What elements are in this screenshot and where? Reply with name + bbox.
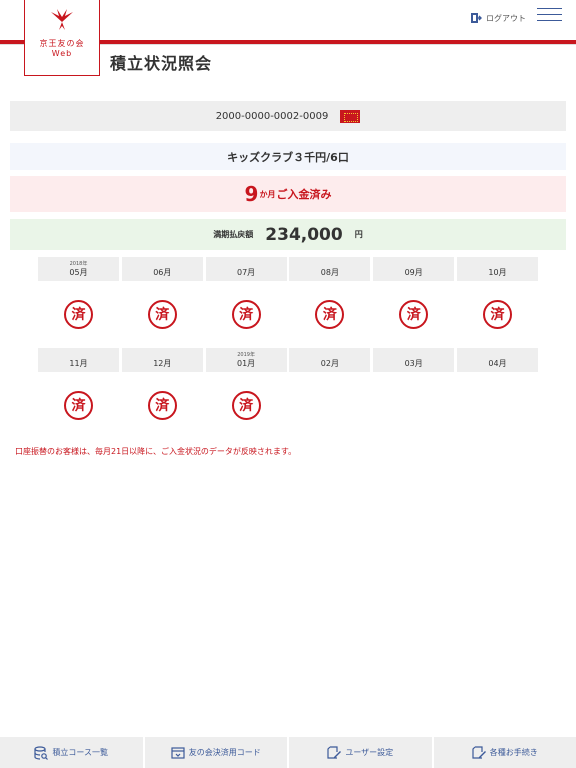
- paid-count: 9: [244, 182, 259, 206]
- bottom-nav: 積立コース一覧 友の会決済用コード ユーザー設定 各種お手続き: [0, 737, 576, 768]
- month-label: 03月: [404, 359, 423, 368]
- month-label: 09月: [404, 268, 423, 277]
- logo-subtext: Web: [51, 49, 73, 58]
- stamp-cell: 済: [206, 299, 287, 329]
- stamp-cell: 済: [122, 390, 203, 420]
- page: 京王友の会 Web ログアウト 積立状況照会 2000-0000-0002-00…: [0, 0, 576, 768]
- paid-stamp: 済: [231, 390, 261, 420]
- month-cell: 02月: [289, 348, 371, 372]
- paid-stamp: 済: [315, 299, 345, 329]
- month-label: 05月: [69, 268, 88, 277]
- month-label: 08月: [320, 268, 339, 277]
- maturity-band: 満期払戻額 234,000 円: [10, 219, 566, 250]
- logout-link[interactable]: ログアウト: [470, 10, 526, 26]
- paid-text: ご入金済み: [276, 188, 332, 201]
- menu-bar-icon: [537, 8, 562, 9]
- stamp-cell: 済: [38, 299, 119, 329]
- month-cell: 08月: [289, 257, 371, 281]
- month-grid-row-1: 2018年 05月 06月 07月 08月 09月 10月 済 済 済 済 済 済: [38, 257, 538, 347]
- edit-document-icon: [472, 745, 486, 759]
- edit-document-icon: [327, 745, 342, 759]
- month-cell: 03月: [373, 348, 455, 372]
- card-icon: [340, 109, 361, 123]
- header: 京王友の会 Web ログアウト 積立状況照会: [0, 0, 576, 80]
- nav-label: 友の会決済用コード: [188, 748, 261, 757]
- hamburger-menu-button[interactable]: [537, 8, 562, 22]
- paid-months-band: 9 か月 ご入金済み: [10, 176, 566, 212]
- bird-logo-icon: [51, 9, 73, 30]
- month-cell: 2018年 05月: [38, 257, 119, 281]
- paid-stamp: 済: [64, 299, 93, 329]
- logout-label: ログアウト: [486, 13, 526, 23]
- month-label: 07月: [237, 268, 256, 277]
- stamp-cell: 済: [122, 299, 203, 329]
- year-label: 2019年: [237, 352, 255, 358]
- paid-unit: か月: [259, 189, 276, 199]
- menu-bar-icon: [537, 20, 562, 21]
- month-cell: 2019年 01月: [205, 348, 287, 372]
- maturity-unit: 円: [354, 230, 363, 239]
- nav-user-settings[interactable]: ユーザー設定: [289, 737, 434, 768]
- menu-bar-icon: [537, 14, 562, 15]
- month-grid-row-2: 11月 12月 2019年 01月 02月 03月 04月 済 済 済: [38, 348, 538, 438]
- stamp-cell: 済: [289, 299, 370, 329]
- month-cell: 10月: [456, 257, 538, 281]
- month-header-row: 11月 12月 2019年 01月 02月 03月 04月: [38, 348, 538, 372]
- month-cell: 11月: [38, 348, 119, 372]
- year-label: 2018年: [69, 261, 88, 267]
- nav-payment-code[interactable]: 友の会決済用コード: [145, 737, 289, 768]
- database-search-icon: [34, 745, 49, 760]
- month-label: 06月: [153, 268, 172, 277]
- stamp-row: 済 済 済 済 済 済: [38, 281, 538, 347]
- month-label: 02月: [320, 359, 339, 368]
- nav-label: 積立コース一覧: [52, 748, 109, 757]
- month-header-row: 2018年 05月 06月 07月 08月 09月 10月: [38, 257, 538, 281]
- course-band: キッズクラブ３千円/6口: [10, 143, 566, 170]
- month-label: 01月: [237, 359, 256, 368]
- logo-text: 京王友の会: [39, 39, 85, 48]
- paid-stamp: 済: [399, 299, 429, 329]
- maturity-amount: 234,000: [265, 224, 343, 245]
- nav-label: ユーザー設定: [345, 748, 394, 757]
- stamp-cell: 済: [38, 390, 119, 420]
- account-number-band: 2000-0000-0002-0009: [10, 101, 566, 131]
- nav-course-list[interactable]: 積立コース一覧: [0, 737, 145, 768]
- logout-icon: [471, 13, 482, 23]
- notice-text: 口座振替のお客様は、毎月21日以降に、ご入金状況のデータが反映されます。: [15, 447, 297, 456]
- month-label: 04月: [488, 359, 507, 368]
- month-label: 11月: [69, 359, 88, 368]
- stamp-row: 済 済 済: [38, 372, 538, 438]
- paid-stamp: 済: [64, 390, 93, 420]
- wallet-card-icon: [171, 746, 185, 759]
- paid-stamp: 済: [147, 390, 177, 420]
- stamp-cell: 済: [457, 299, 538, 329]
- logo[interactable]: 京王友の会 Web: [24, 0, 100, 76]
- month-label: 10月: [488, 268, 507, 277]
- paid-stamp: 済: [482, 299, 512, 329]
- stamp-cell: 済: [373, 299, 454, 329]
- paid-stamp: 済: [231, 299, 261, 329]
- month-cell: 04月: [456, 348, 538, 372]
- stamp-cell: 済: [206, 390, 287, 420]
- month-cell: 12月: [121, 348, 203, 372]
- month-label: 12月: [153, 359, 172, 368]
- month-cell: 06月: [121, 257, 203, 281]
- month-cell: 07月: [205, 257, 287, 281]
- page-title: 積立状況照会: [110, 54, 213, 73]
- month-cell: 09月: [373, 257, 455, 281]
- nav-label: 各種お手続き: [489, 748, 538, 757]
- nav-procedures[interactable]: 各種お手続き: [434, 737, 576, 768]
- paid-stamp: 済: [147, 299, 177, 329]
- account-number: 2000-0000-0002-0009: [215, 110, 329, 122]
- maturity-label: 満期払戻額: [213, 230, 254, 239]
- course-name: キッズクラブ３千円/6口: [227, 150, 349, 164]
